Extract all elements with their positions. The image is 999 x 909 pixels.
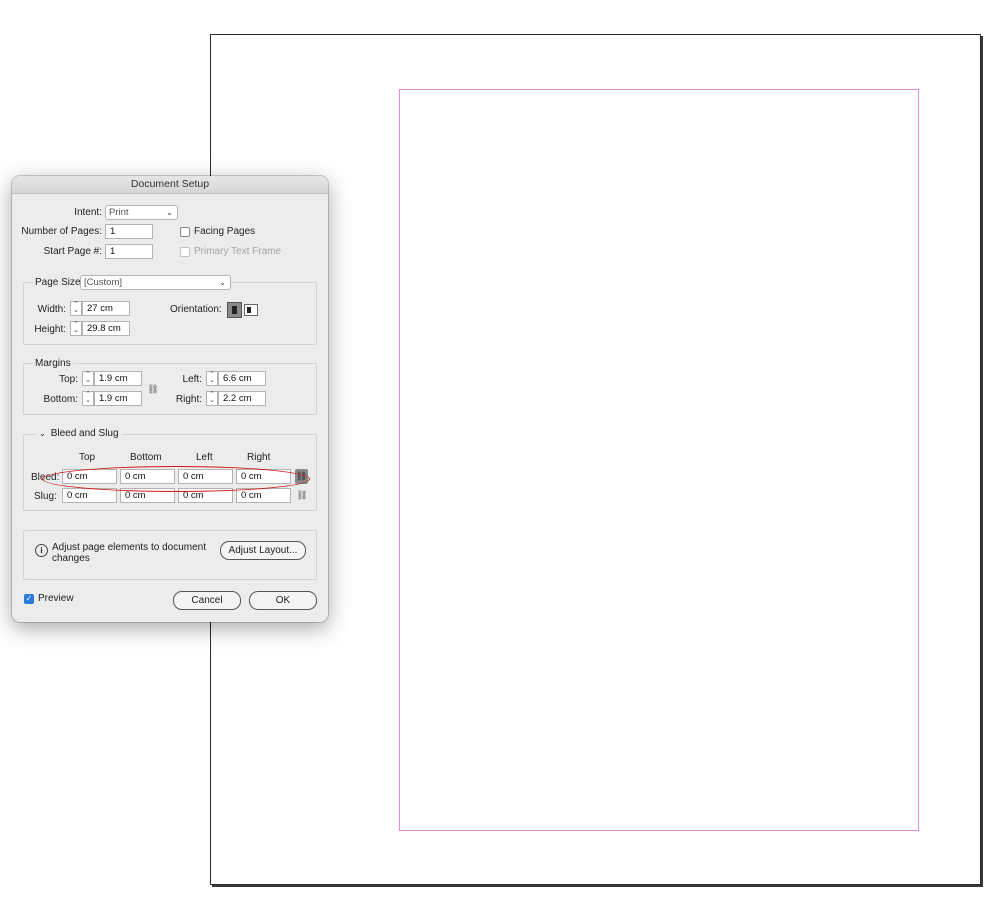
margin-left-field[interactable]: 6.6 cm (218, 371, 266, 386)
primary-text-frame-checkbox[interactable] (180, 247, 190, 257)
margin-left-stepper[interactable]: ⌃ ⌄ (206, 371, 218, 386)
ok-button[interactable]: OK (249, 591, 317, 610)
margins-group (23, 363, 317, 415)
margin-bottom-stepper[interactable]: ⌃ ⌄ (82, 391, 94, 406)
bleed-slug-legend: Bleed and Slug (50, 428, 119, 439)
adjust-layout-button[interactable]: Adjust Layout... (220, 541, 306, 560)
col-right-header: Right (247, 452, 271, 463)
col-top-header: Top (79, 452, 96, 463)
chevron-down-icon: ⌄ (39, 429, 46, 438)
margin-left-label: Left: (182, 374, 202, 385)
facing-pages-checkbox[interactable] (180, 227, 190, 237)
slug-right-field[interactable]: 0 cm (236, 488, 291, 503)
margin-top-label: Top: (59, 374, 78, 385)
chain-link-broken-icon[interactable]: ⛓ (296, 489, 308, 502)
bleed-highlight-oval (42, 466, 310, 492)
chevron-down-icon: ⌄ (166, 208, 173, 217)
bleed-slug-disclosure[interactable]: ⌄ Bleed and Slug (36, 428, 122, 439)
portrait-orientation-icon[interactable] (227, 302, 242, 318)
start-page-label: Start Page #: (43, 246, 102, 257)
document-setup-dialog: Document Setup Intent: Print ⌄ Number of… (12, 176, 328, 622)
preview-label: Preview (38, 593, 74, 604)
intent-select[interactable]: Print ⌄ (105, 205, 178, 220)
page-size-select[interactable]: [Custom] ⌄ (80, 275, 231, 290)
facing-pages-label: Facing Pages (194, 226, 256, 237)
chevron-down-icon: ⌄ (219, 278, 226, 287)
width-field[interactable]: 27 cm (82, 301, 130, 316)
width-label: Width: (37, 304, 66, 315)
margin-guide (399, 89, 919, 831)
chain-link-broken-icon[interactable]: ⛓ (147, 383, 159, 396)
start-page-field[interactable]: 1 (105, 244, 153, 259)
page-size-label: Page Size: (33, 277, 86, 288)
info-icon: i (35, 544, 48, 557)
margin-bottom-field[interactable]: 1.9 cm (94, 391, 142, 406)
page-size-value: [Custom] (84, 277, 123, 288)
margin-right-label: Right: (175, 394, 202, 405)
margin-top-stepper[interactable]: ⌃ ⌄ (82, 371, 94, 386)
preview-checkbox[interactable]: ✓ (24, 594, 34, 604)
margin-top-field[interactable]: 1.9 cm (94, 371, 142, 386)
slug-label: Slug: (34, 491, 57, 502)
intent-label: Intent: (74, 207, 102, 218)
margin-right-field[interactable]: 2.2 cm (218, 391, 266, 406)
height-stepper[interactable]: ⌃ ⌄ (70, 321, 82, 336)
height-label: Height: (34, 324, 66, 335)
col-left-header: Left (196, 452, 213, 463)
width-stepper[interactable]: ⌃ ⌄ (70, 301, 82, 316)
cancel-button[interactable]: Cancel (173, 591, 241, 610)
adjust-message: Adjust page elements to document changes (52, 542, 206, 564)
margin-bottom-label: Bottom: (43, 394, 78, 405)
pages-label: Number of Pages: (21, 226, 102, 237)
intent-value: Print (109, 207, 129, 218)
primary-text-frame-label: Primary Text Frame (194, 246, 282, 257)
margin-right-stepper[interactable]: ⌃ ⌄ (206, 391, 218, 406)
dialog-title: Document Setup (12, 176, 328, 194)
orientation-label: Orientation: (170, 304, 222, 315)
margins-legend: Margins (33, 358, 73, 369)
landscape-orientation-icon[interactable] (244, 304, 258, 316)
height-field[interactable]: 29.8 cm (82, 321, 130, 336)
col-bottom-header: Bottom (130, 452, 162, 463)
pages-field[interactable]: 1 (105, 224, 153, 239)
